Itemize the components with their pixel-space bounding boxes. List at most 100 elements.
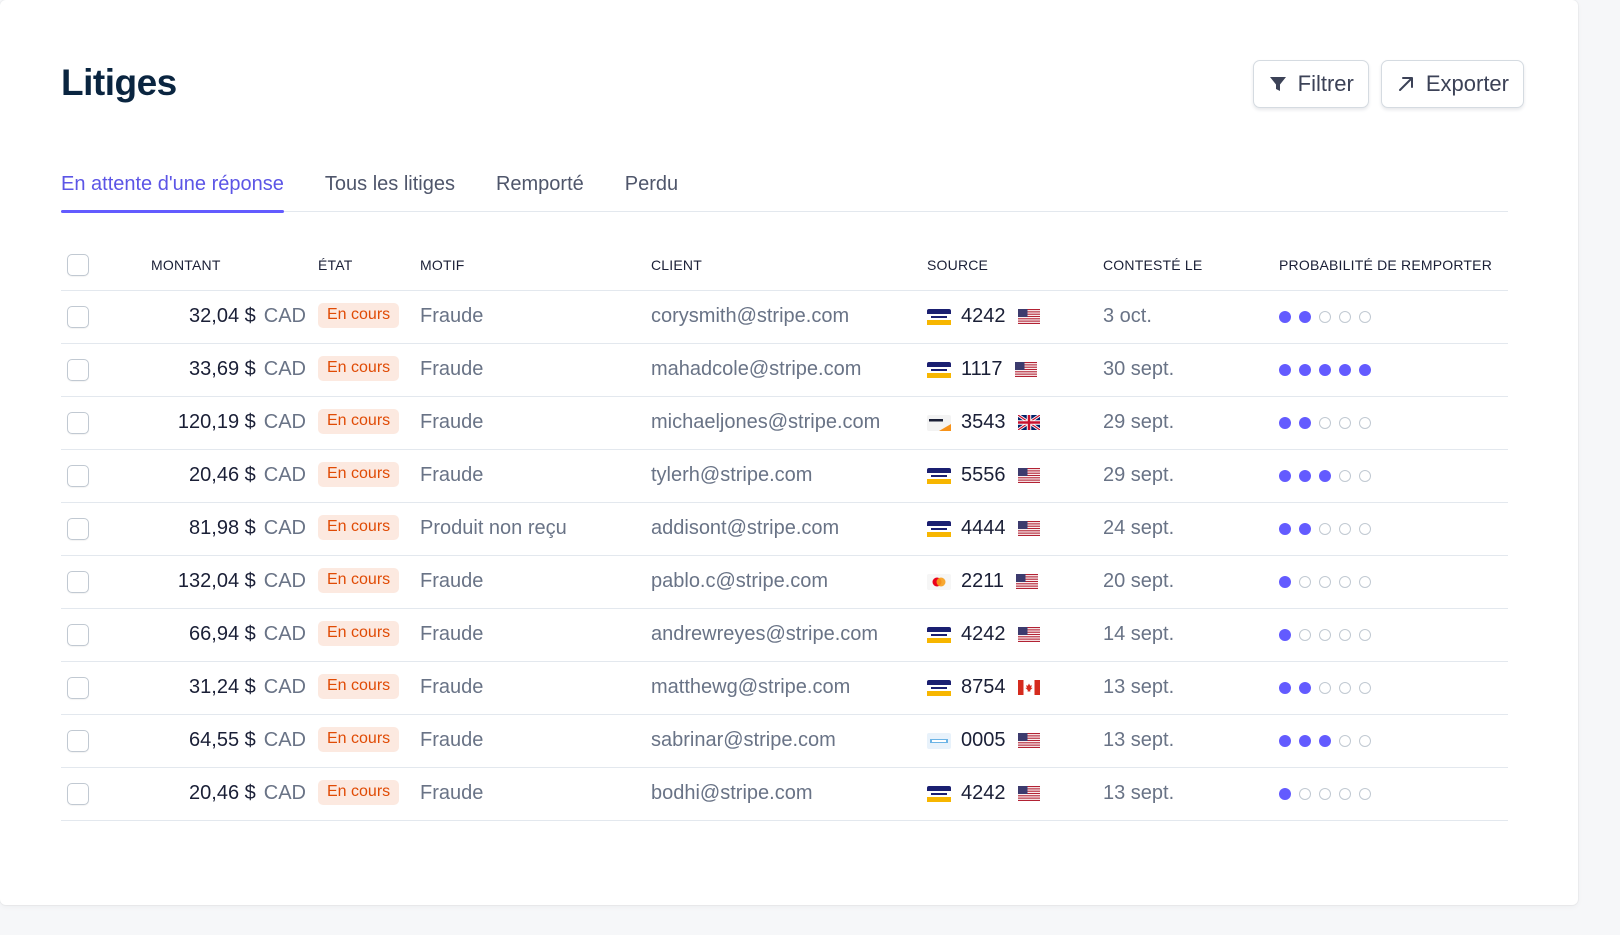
currency-code: CAD xyxy=(263,623,306,645)
customer-email[interactable]: corysmith@stripe.com xyxy=(651,290,927,344)
reason-cell: Fraude xyxy=(420,290,651,344)
amount-value: 132,04 $ xyxy=(177,570,256,592)
disputes-table: MONTANT ÉTAT MOTIF CLIENT SOURCE CONTEST… xyxy=(61,240,1508,821)
probability-dot xyxy=(1319,363,1331,376)
reason-cell: Fraude xyxy=(420,714,651,768)
visa-card-icon xyxy=(927,520,951,537)
probability-dot xyxy=(1319,310,1331,323)
probability-dot xyxy=(1319,628,1331,641)
currency-code: CAD xyxy=(263,411,306,433)
currency-code: CAD xyxy=(263,570,306,592)
probability-dot xyxy=(1319,681,1331,694)
amount-value: 33,69 $ xyxy=(189,358,256,380)
gb-flag-icon xyxy=(1016,415,1040,430)
payment-source: 4242 xyxy=(927,305,1103,328)
column-header-source[interactable]: SOURCE xyxy=(927,240,1103,291)
payment-source: 4242 xyxy=(927,782,1103,805)
table-row[interactable]: 31,24 $ CAD En cours Fraude matthewg@stripe.… xyxy=(61,661,1508,715)
probability-dot xyxy=(1279,469,1291,482)
table-row[interactable]: 81,98 $ CAD En cours Produit non reçu addiso… xyxy=(61,502,1508,556)
us-flag-icon xyxy=(1016,468,1040,483)
row-checkbox[interactable] xyxy=(67,782,89,805)
card-last4: 4242 xyxy=(961,782,1006,804)
customer-email[interactable]: andrewreyes@stripe.com xyxy=(651,608,927,662)
export-button[interactable]: Exporter xyxy=(1380,60,1524,108)
us-flag-icon xyxy=(1016,733,1040,748)
us-flag-icon xyxy=(1016,521,1040,536)
row-checkbox[interactable] xyxy=(67,570,89,593)
customer-email[interactable]: bodhi@stripe.com xyxy=(651,767,927,821)
probability-dot xyxy=(1339,522,1351,535)
column-header-status[interactable]: ÉTAT xyxy=(318,240,420,291)
column-header-win-probability[interactable]: PROBABILITÉ DE REMPORTER xyxy=(1279,240,1508,291)
row-checkbox[interactable] xyxy=(67,305,89,328)
tab-lost[interactable]: Perdu xyxy=(625,166,678,212)
amount-cell: 64,55 $ CAD xyxy=(123,714,318,768)
tab-all-disputes[interactable]: Tous les litiges xyxy=(325,166,455,212)
customer-email[interactable]: addisont@stripe.com xyxy=(651,502,927,556)
customer-email[interactable]: mahadcole@stripe.com xyxy=(651,343,927,397)
row-checkbox[interactable] xyxy=(67,517,89,540)
customer-email[interactable]: matthewg@stripe.com xyxy=(651,661,927,715)
customer-email[interactable]: sabrinar@stripe.com xyxy=(651,714,927,768)
ca-flag-icon xyxy=(1016,680,1040,695)
table-row[interactable]: 32,04 $ CAD En cours Fraude corysmith@stripe… xyxy=(61,290,1508,344)
probability-dot xyxy=(1359,416,1371,429)
probability-dot xyxy=(1279,363,1291,376)
table-row[interactable]: 66,94 $ CAD En cours Fraude andrewreyes@stri… xyxy=(61,608,1508,662)
table-row[interactable]: 20,46 $ CAD En cours Fraude tylerh@stripe.co… xyxy=(61,449,1508,503)
probability-dot xyxy=(1299,416,1311,429)
amount-cell: 33,69 $ CAD xyxy=(123,343,318,397)
probability-dot xyxy=(1359,681,1371,694)
customer-email[interactable]: michaeljones@stripe.com xyxy=(651,396,927,450)
row-checkbox[interactable] xyxy=(67,358,89,381)
win-probability-meter xyxy=(1279,734,1508,747)
card-last4: 2211 xyxy=(961,570,1005,592)
payment-source: 1117 xyxy=(927,358,1103,381)
filter-button[interactable]: Filtrer xyxy=(1252,60,1369,108)
row-checkbox[interactable] xyxy=(67,623,89,646)
column-header-disputed-on[interactable]: CONTESTÉ LE xyxy=(1103,240,1279,291)
probability-dot xyxy=(1339,416,1351,429)
probability-dot xyxy=(1339,310,1351,323)
table-row[interactable]: 120,19 $ CAD En cours Fraude michaeljones@st… xyxy=(61,396,1508,450)
table-row[interactable]: 33,69 $ CAD En cours Fraude mahadcole@stripe… xyxy=(61,343,1508,397)
amount-value: 64,55 $ xyxy=(189,729,256,751)
probability-dot xyxy=(1279,681,1291,694)
probability-dot xyxy=(1339,681,1351,694)
visa-card-icon xyxy=(927,361,951,378)
amex-card-icon xyxy=(927,732,951,749)
probability-dot xyxy=(1279,787,1291,800)
status-badge: En cours xyxy=(318,779,400,805)
column-header-customer[interactable]: CLIENT xyxy=(651,240,927,291)
row-checkbox[interactable] xyxy=(67,676,89,699)
probability-dot xyxy=(1299,734,1311,747)
row-checkbox[interactable] xyxy=(67,464,89,487)
table-row[interactable]: 64,55 $ CAD En cours Fraude sabrinar@stripe.… xyxy=(61,714,1508,768)
column-header-amount[interactable]: MONTANT xyxy=(123,240,318,291)
discover-card-icon xyxy=(927,414,951,431)
table-row[interactable]: 20,46 $ CAD En cours Fraude bodhi@stripe.com… xyxy=(61,767,1508,821)
disputes-panel: Litiges Filtrer Exporter En attente d'un… xyxy=(0,0,1578,905)
toolbar: Filtrer Exporter xyxy=(1252,60,1524,108)
tab-won[interactable]: Remporté xyxy=(496,166,584,212)
currency-code: CAD xyxy=(263,729,306,751)
amount-cell: 81,98 $ CAD xyxy=(123,502,318,556)
status-badge: En cours xyxy=(318,620,400,646)
row-checkbox[interactable] xyxy=(67,729,89,752)
probability-dot xyxy=(1299,787,1311,800)
disputed-date: 30 sept. xyxy=(1103,343,1279,397)
probability-dot xyxy=(1359,734,1371,747)
amount-value: 31,24 $ xyxy=(189,676,256,698)
reason-cell: Fraude xyxy=(420,767,651,821)
table-row[interactable]: 132,04 $ CAD En cours Fraude pablo.c@stripe.… xyxy=(61,555,1508,609)
tab-awaiting-response[interactable]: En attente d'une réponse xyxy=(61,166,284,213)
customer-email[interactable]: tylerh@stripe.com xyxy=(651,449,927,503)
probability-dot xyxy=(1339,363,1351,376)
column-header-reason[interactable]: MOTIF xyxy=(420,240,651,291)
probability-dot xyxy=(1319,469,1331,482)
customer-email[interactable]: pablo.c@stripe.com xyxy=(651,555,927,609)
row-checkbox[interactable] xyxy=(67,411,89,434)
select-all-checkbox[interactable] xyxy=(67,253,89,276)
us-flag-icon xyxy=(1014,574,1039,589)
